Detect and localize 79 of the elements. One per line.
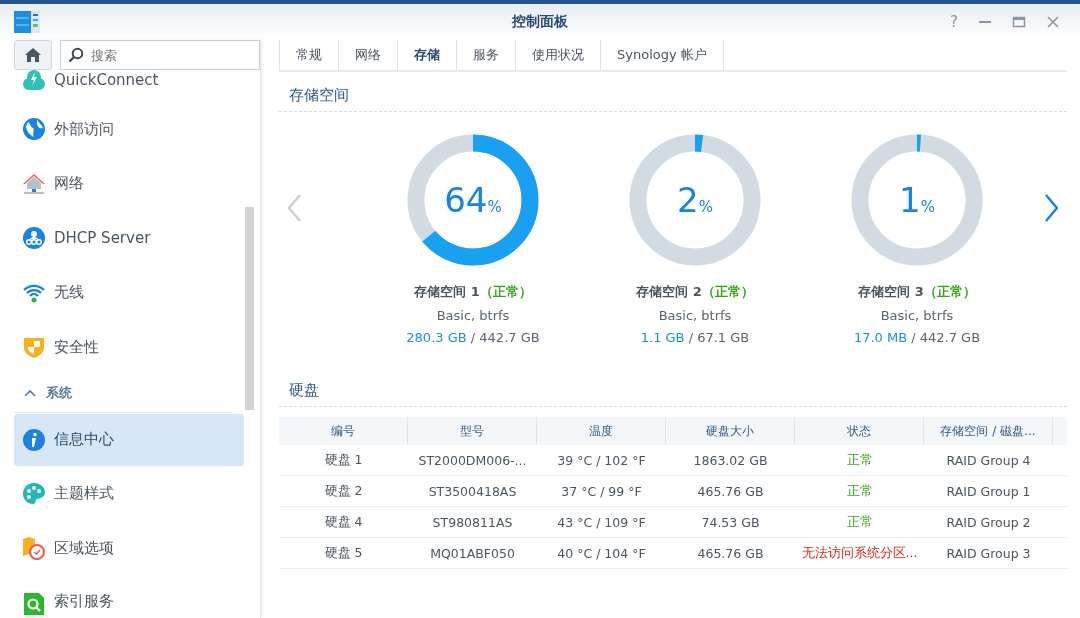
sidebar-item[interactable]: 网络 — [14, 156, 244, 211]
sidebar-item[interactable]: 无线 — [14, 265, 244, 320]
sidebar-item[interactable]: QuickConnect — [14, 70, 244, 90]
volume-usage: 280.3 GB / 442.7 GB — [406, 330, 540, 345]
table-cell-text: RAID Group 2 — [945, 513, 1032, 532]
table-cell-text: ST2000DM006-... — [417, 451, 528, 470]
cloud-bolt-icon — [22, 70, 46, 92]
sidebar-item[interactable]: 区域选项 — [14, 521, 244, 576]
sidebar-item[interactable]: 安全性 — [14, 320, 244, 375]
table-cell-text: RAID Group 1 — [945, 482, 1032, 501]
table-cell-text: MQ01ABF050 — [429, 544, 516, 563]
sidebar-item[interactable]: 外部访问 — [14, 102, 244, 157]
control-panel-icon — [14, 11, 40, 33]
usage-percent: 2% — [677, 180, 713, 220]
network-nodes-icon — [22, 226, 46, 251]
table-cell-text: 74.53 GB — [700, 513, 761, 532]
table-cell-text: 1863.02 GB — [692, 451, 769, 470]
shield-icon — [22, 335, 46, 360]
sidebar-item[interactable]: 信息中心 — [14, 413, 244, 466]
map-clock-icon — [22, 536, 46, 561]
globe-icon — [22, 117, 46, 142]
table-cell-text: 40 °C / 104 °F — [556, 544, 647, 563]
sidebar-item[interactable]: DHCP Server — [14, 211, 244, 266]
table-cell-text: 43 °C / 109 °F — [556, 513, 647, 532]
table-cell-text: 37 °C / 99 °F — [560, 482, 643, 501]
status-text: 无法访问系统分区... — [801, 544, 918, 562]
section-title: 硬盘 — [279, 367, 1067, 407]
column-header[interactable]: 温度 — [537, 417, 666, 445]
table-cell-text: ST3500418AS — [427, 482, 518, 501]
column-header[interactable]: 型号 — [408, 417, 537, 445]
volume-name: 存储空间 2（正常） — [636, 283, 754, 301]
house-icon — [22, 171, 46, 196]
volume-name: 存储空间 1（正常） — [414, 283, 532, 301]
usage-percent: 1% — [899, 180, 935, 220]
usage-percent: 64% — [444, 180, 502, 220]
palette-icon — [22, 481, 46, 506]
table-cell-text: 硬盘 1 — [323, 450, 364, 469]
search-field[interactable]: 搜索 — [60, 40, 260, 70]
table-cell-text: 465.76 GB — [696, 544, 765, 563]
volume-name: 存储空间 3（正常） — [858, 283, 976, 301]
section-header[interactable]: 系统 — [14, 374, 232, 413]
status-text: 正常 — [846, 513, 873, 531]
scrollbar[interactable] — [245, 207, 254, 410]
maximize-icon[interactable] — [1012, 15, 1026, 29]
tab[interactable]: 服务 — [457, 40, 516, 70]
table-cell-text: ST980811AS — [431, 513, 514, 532]
sidebar-item[interactable]: 索引服务 — [14, 575, 244, 618]
info-icon — [22, 427, 46, 452]
table-cell-text: 硬盘 4 — [323, 512, 364, 531]
table-cell-text: 硬盘 2 — [323, 481, 364, 500]
column-header[interactable]: 存储空间 / 磁盘... — [924, 417, 1053, 445]
home-icon — [24, 47, 42, 63]
table-cell-text: 39 °C / 102 °F — [556, 451, 647, 470]
close-icon[interactable] — [1046, 15, 1060, 29]
tab[interactable]: 常规 — [279, 40, 339, 70]
caret-icon — [24, 389, 36, 397]
volume-type: Basic, btrfs — [658, 308, 732, 323]
volume-usage: 17.0 MB / 442.7 GB — [853, 330, 981, 345]
table-cell-text: RAID Group 4 — [945, 451, 1032, 470]
table-cell-text: 硬盘 5 — [323, 543, 364, 562]
section-title: 存储空间 — [279, 72, 1067, 112]
volume-usage: 1.1 GB / 67.1 GB — [640, 330, 750, 345]
tab[interactable]: 网络 — [339, 40, 398, 70]
table-cell-text: RAID Group 3 — [945, 544, 1032, 563]
tab[interactable]: 存储 — [398, 40, 457, 70]
column-header[interactable]: 编号 — [279, 417, 408, 445]
home-button[interactable] — [14, 40, 52, 70]
volume-type: Basic, btrfs — [436, 308, 510, 323]
column-header[interactable]: 状态 — [795, 417, 924, 445]
sidebar-item[interactable]: 主题样式 — [14, 466, 244, 521]
window-title: 控制面板 — [512, 13, 568, 31]
table-cell-text: 465.76 GB — [696, 482, 765, 501]
status-text: 正常 — [846, 451, 873, 469]
search-icon — [68, 47, 84, 63]
tab[interactable]: 使用状况 — [516, 40, 601, 70]
tab[interactable]: Synology 帐户 — [601, 40, 724, 70]
volume-type: Basic, btrfs — [880, 308, 954, 323]
status-text: 正常 — [846, 482, 873, 500]
column-header[interactable]: 硬盘大小 — [666, 417, 795, 445]
